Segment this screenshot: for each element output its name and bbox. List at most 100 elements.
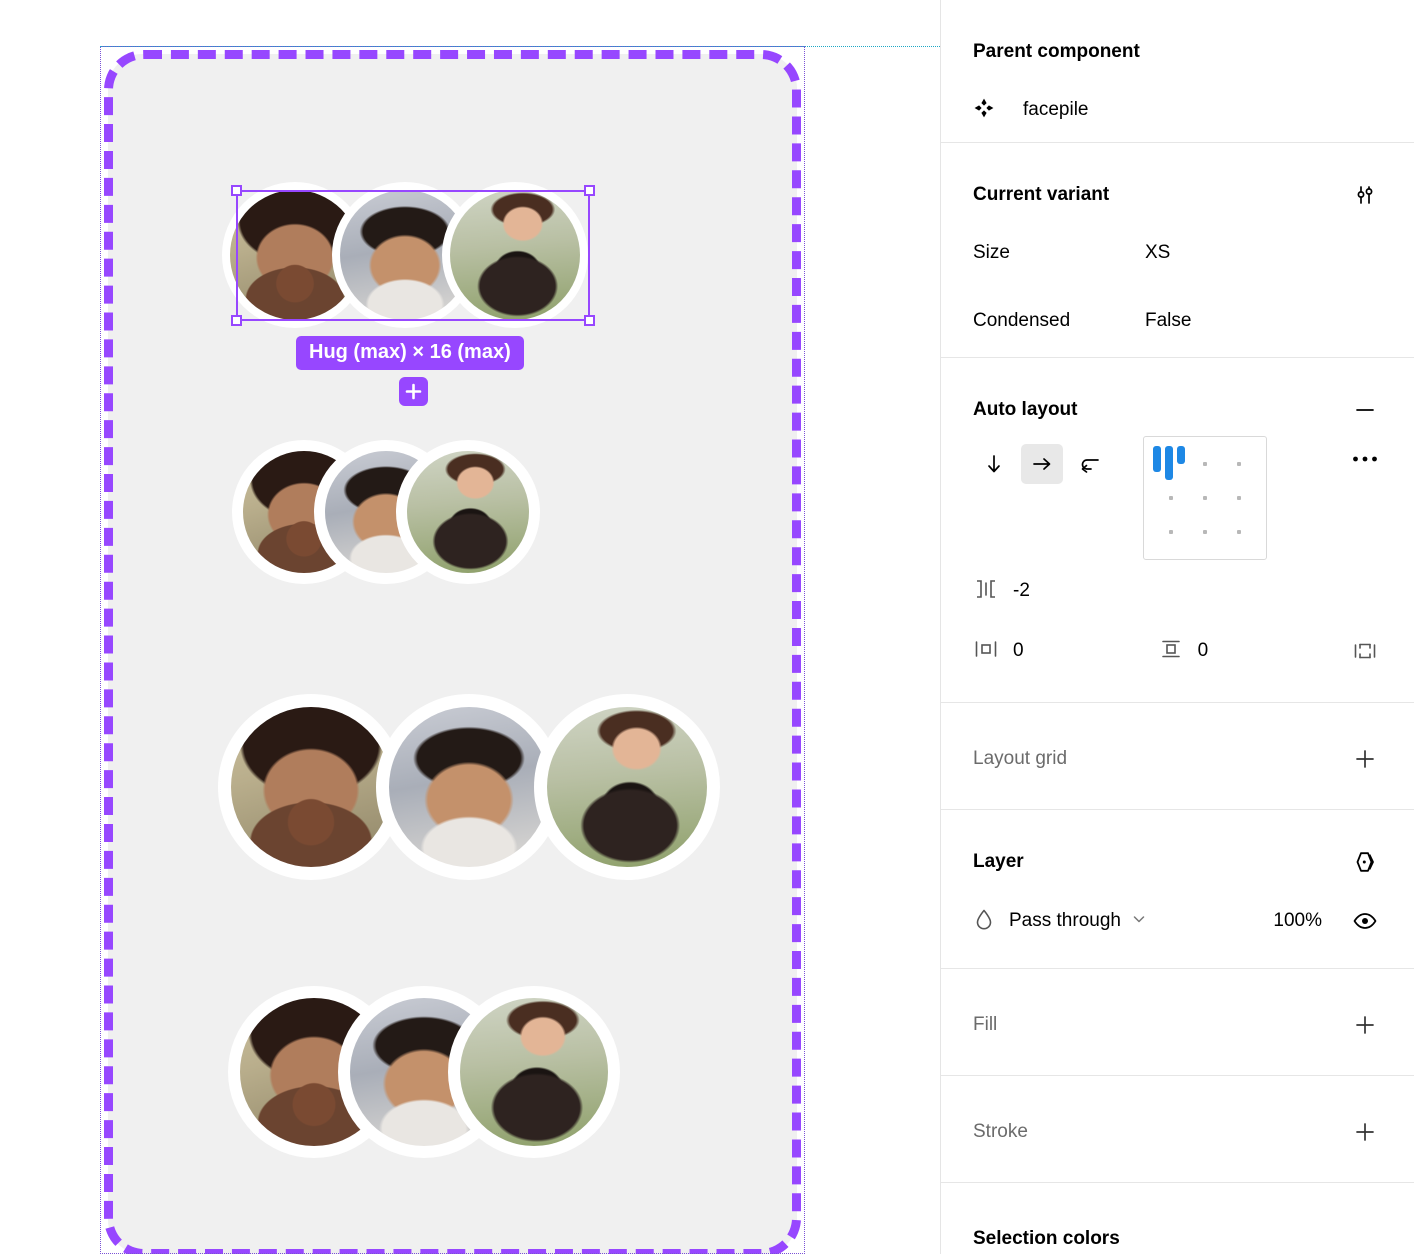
align-cell-bottom-left[interactable] xyxy=(1154,515,1188,549)
gap-icon xyxy=(973,578,999,605)
align-dot xyxy=(1237,496,1241,500)
avatar-ring[interactable] xyxy=(396,440,540,584)
design-canvas[interactable]: Hug (max) × 16 (max) xyxy=(0,0,940,1254)
align-dot xyxy=(1237,530,1241,534)
align-bar xyxy=(1153,446,1161,472)
gap-value[interactable]: -2 xyxy=(1013,580,1030,602)
auto-layout-section: Auto layout -2 0 0 xyxy=(941,358,1414,703)
facepile-row-small-overlap[interactable] xyxy=(232,440,540,584)
auto-layout-direction-and-align xyxy=(973,436,1382,560)
parent-component-name[interactable]: facepile xyxy=(1023,99,1089,121)
avatar[interactable] xyxy=(450,190,580,320)
variant-settings-icon[interactable] xyxy=(1348,178,1382,212)
add-fill-icon[interactable] xyxy=(1348,1008,1382,1042)
align-bar xyxy=(1177,446,1185,464)
align-cell-middle-center[interactable] xyxy=(1188,481,1222,515)
direction-button-group xyxy=(973,436,1111,484)
stroke-header: Stroke xyxy=(973,1106,1382,1158)
align-cell-middle-left[interactable] xyxy=(1154,481,1188,515)
blend-mode-value[interactable]: Pass through xyxy=(1009,910,1121,932)
facepile-row-medium-overlap[interactable] xyxy=(228,986,620,1158)
variant-property-size[interactable]: Size XS xyxy=(973,221,1382,285)
variant-size-label: Size xyxy=(973,242,1010,263)
size-badge: Hug (max) × 16 (max) xyxy=(296,336,524,370)
avatar[interactable] xyxy=(407,451,529,573)
current-variant-header: Current variant xyxy=(973,169,1382,221)
padding-vertical-value[interactable]: 0 xyxy=(1198,640,1209,662)
variant-property-condensed[interactable]: Condensed False xyxy=(973,285,1382,357)
avatar[interactable] xyxy=(231,707,391,867)
auto-layout-title: Auto layout xyxy=(973,399,1078,420)
align-dot xyxy=(1237,462,1241,466)
add-stroke-icon[interactable] xyxy=(1348,1115,1382,1149)
alignment-guide xyxy=(100,46,940,47)
align-cell-top-center[interactable] xyxy=(1188,447,1222,481)
avatar[interactable] xyxy=(389,707,549,867)
layer-opacity-value[interactable]: 100% xyxy=(1273,910,1322,932)
layout-grid-section: Layout grid xyxy=(941,703,1414,810)
avatar-ring[interactable] xyxy=(442,182,588,328)
selection-colors-title: Selection colors xyxy=(973,1228,1120,1249)
variant-size-value[interactable]: XS xyxy=(1145,242,1170,264)
current-variant-title: Current variant xyxy=(973,184,1110,205)
padding-horizontal-value[interactable]: 0 xyxy=(1013,640,1024,662)
layer-header: Layer xyxy=(973,836,1382,888)
layer-styles-icon[interactable] xyxy=(1348,845,1382,879)
align-dot xyxy=(1169,530,1173,534)
properties-panel[interactable]: Parent component facepile Current varian… xyxy=(940,0,1414,1254)
padding-horizontal-icon xyxy=(973,638,999,665)
visibility-eye-icon[interactable] xyxy=(1348,904,1382,938)
auto-layout-padding-row: 0 0 xyxy=(973,622,1382,680)
remove-auto-layout-icon[interactable] xyxy=(1348,393,1382,427)
align-cell-bottom-right[interactable] xyxy=(1222,515,1256,549)
blend-mode-icon xyxy=(973,907,995,936)
layout-grid-title: Layout grid xyxy=(973,748,1068,769)
current-variant-section: Current variant Size XS Condensed False xyxy=(941,143,1414,358)
align-dot xyxy=(1169,496,1173,500)
stroke-title: Stroke xyxy=(973,1121,1028,1142)
auto-layout-gap-row: -2 xyxy=(973,560,1382,622)
facepile-row-large[interactable] xyxy=(218,694,720,880)
layer-section: Layer Pass through 100% xyxy=(941,810,1414,969)
parent-component-section: Parent component facepile xyxy=(941,0,1414,143)
padding-vertical-field[interactable]: 0 xyxy=(1158,638,1349,665)
layer-title: Layer xyxy=(973,851,1024,872)
fill-header: Fill xyxy=(973,999,1382,1051)
add-item-button[interactable] xyxy=(399,377,428,406)
auto-layout-header: Auto layout xyxy=(973,384,1382,436)
avatar-ring[interactable] xyxy=(534,694,720,880)
direction-vertical-button[interactable] xyxy=(973,444,1015,484)
add-layout-grid-icon[interactable] xyxy=(1348,742,1382,776)
figma-editor: Hug (max) × 16 (max) Parent component fa… xyxy=(0,0,1414,1254)
direction-wrap-button[interactable] xyxy=(1069,444,1111,484)
align-dot xyxy=(1203,462,1207,466)
align-dot xyxy=(1203,496,1207,500)
fill-title: Fill xyxy=(973,1014,998,1035)
padding-vertical-icon xyxy=(1158,638,1184,665)
auto-layout-controls: -2 0 0 xyxy=(973,436,1382,702)
gap-field[interactable]: -2 xyxy=(973,578,1030,605)
avatar[interactable] xyxy=(460,998,608,1146)
individual-padding-toggle-icon[interactable] xyxy=(1348,634,1382,668)
align-cell-bottom-center[interactable] xyxy=(1188,515,1222,549)
padding-horizontal-field[interactable]: 0 xyxy=(973,638,1158,665)
parent-component-row[interactable]: facepile xyxy=(973,78,1382,142)
chevron-down-icon[interactable] xyxy=(1131,911,1147,932)
avatar[interactable] xyxy=(547,707,707,867)
direction-horizontal-button[interactable] xyxy=(1021,444,1063,484)
selection-colors-header: Selection colors xyxy=(973,1213,1382,1254)
align-bar xyxy=(1165,446,1173,480)
selection-colors-section: Selection colors xyxy=(941,1183,1414,1254)
align-cell-middle-right[interactable] xyxy=(1222,481,1256,515)
variant-condensed-value[interactable]: False xyxy=(1145,310,1191,332)
parent-component-header: Parent component xyxy=(973,26,1382,78)
component-icon xyxy=(973,97,995,124)
variant-condensed-label: Condensed xyxy=(973,310,1071,331)
layout-grid-header: Layout grid xyxy=(973,733,1382,785)
avatar-ring[interactable] xyxy=(448,986,620,1158)
fill-section: Fill xyxy=(941,969,1414,1076)
alignment-picker[interactable] xyxy=(1143,436,1267,560)
auto-layout-more-options-icon[interactable] xyxy=(1348,436,1382,470)
align-cell-top-right[interactable] xyxy=(1222,447,1256,481)
facepile-row-selected[interactable] xyxy=(222,182,588,328)
